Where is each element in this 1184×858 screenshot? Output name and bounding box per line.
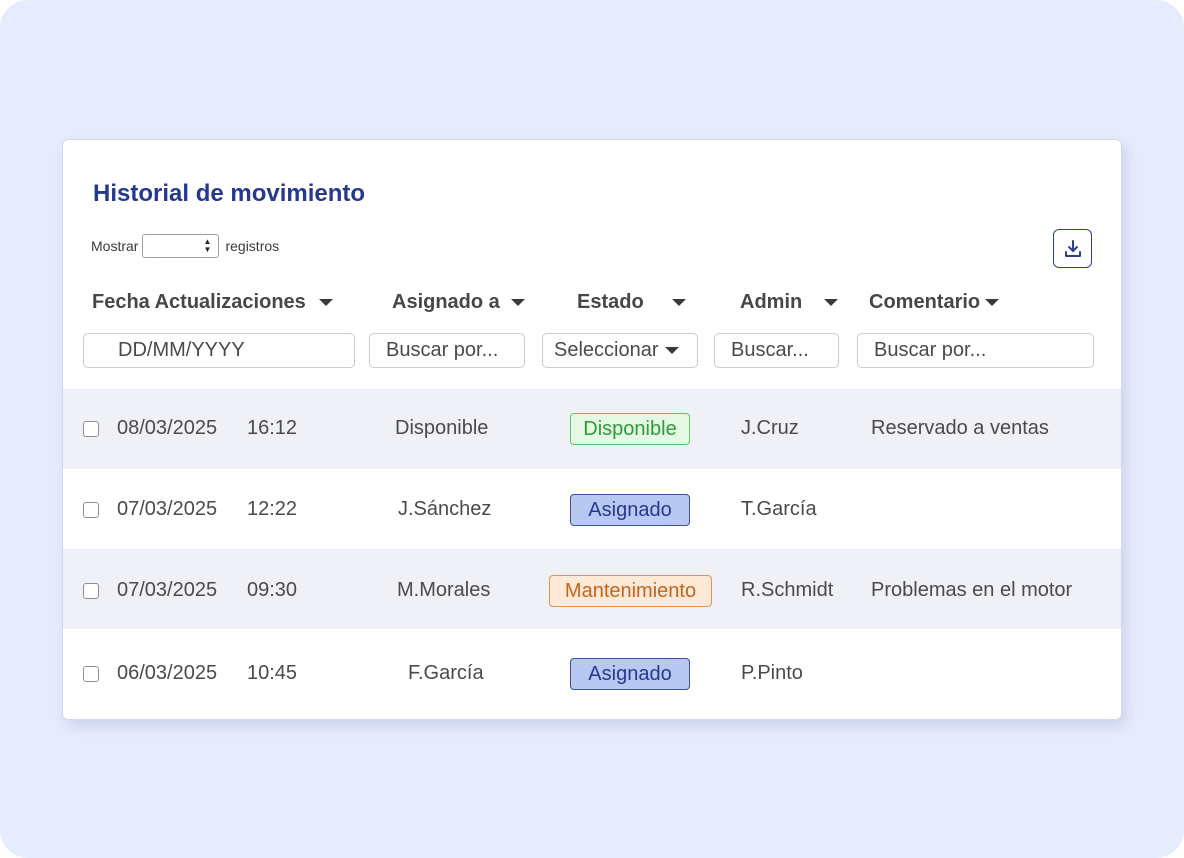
column-header-date[interactable]: Fecha Actualizaciones <box>92 291 333 314</box>
column-header-status[interactable]: Estado <box>577 291 686 314</box>
column-header-label: Comentario <box>869 291 981 313</box>
date-filter-input[interactable]: DD/MM/YYYY <box>83 333 355 368</box>
sort-caret-icon <box>318 299 333 306</box>
sort-caret-icon <box>510 299 525 306</box>
row-time: 09:30 <box>247 579 298 601</box>
row-assigned: M.Morales <box>397 579 491 601</box>
row-checkbox[interactable] <box>83 583 99 599</box>
row-comment: Problemas en el motor <box>871 579 1073 601</box>
row-checkbox[interactable] <box>83 666 99 682</box>
status-filter-value: Seleccionar <box>554 339 659 361</box>
status-badge: Asignado <box>570 658 690 690</box>
history-card: Historial de movimiento Mostrar ▲ ▼ regis… <box>62 139 1122 720</box>
status-badge: Asignado <box>570 494 690 526</box>
row-admin: P.Pinto <box>741 662 803 684</box>
spinner-arrows-icon: ▲ ▼ <box>203 237 212 254</box>
row-date: 07/03/2025 <box>117 498 218 520</box>
table-row[interactable]: 07/03/2025 12:22 J.Sánchez Asignado T.Ga… <box>63 469 1121 549</box>
row-comment: Reservado a ventas <box>871 417 1049 439</box>
status-badge: Disponible <box>570 413 690 445</box>
assigned-filter-input[interactable]: Buscar por... <box>369 333 525 368</box>
download-button[interactable] <box>1053 229 1092 268</box>
column-header-assigned[interactable]: Asignado a <box>392 291 525 314</box>
sort-caret-icon <box>671 299 686 306</box>
status-filter-select[interactable]: Seleccionar <box>542 333 698 368</box>
column-header-label: Admin <box>740 291 803 313</box>
chevron-down-icon <box>664 347 679 354</box>
table-row[interactable]: 08/03/2025 16:12 Disponible Disponible J… <box>63 389 1121 469</box>
admin-filter-input[interactable]: Buscar... <box>714 333 839 368</box>
sort-caret-icon <box>985 299 1000 306</box>
row-checkbox[interactable] <box>83 502 99 518</box>
row-admin: T.García <box>741 498 817 520</box>
row-time: 10:45 <box>247 662 298 684</box>
column-header-comment[interactable]: Comentario <box>869 291 1000 314</box>
show-label: Mostrar <box>91 238 139 254</box>
row-admin: J.Cruz <box>741 417 799 439</box>
row-date: 07/03/2025 <box>117 579 218 601</box>
column-header-admin[interactable]: Admin <box>740 291 839 314</box>
row-assigned: Disponible <box>395 417 489 439</box>
row-date: 06/03/2025 <box>117 662 218 684</box>
column-header-label: Fecha Actualizaciones <box>92 291 306 313</box>
column-header-label: Asignado a <box>392 291 500 313</box>
table-row[interactable]: 06/03/2025 10:45 F.García Asignado P.Pin… <box>63 629 1121 709</box>
row-time: 16:12 <box>247 417 298 439</box>
download-icon <box>1064 239 1081 257</box>
column-header-label: Estado <box>577 291 644 313</box>
row-assigned: J.Sánchez <box>398 498 492 520</box>
table-row[interactable]: 07/03/2025 09:30 M.Morales Mantenimiento… <box>63 549 1121 629</box>
row-time: 12:22 <box>247 498 298 520</box>
sort-caret-icon <box>824 299 839 306</box>
page-size-control: Mostrar ▲ ▼ registros <box>91 234 279 258</box>
page-title: Historial de movimiento <box>93 180 366 207</box>
row-date: 08/03/2025 <box>117 417 218 439</box>
status-badge: Mantenimiento <box>549 575 712 607</box>
page-size-select[interactable]: ▲ ▼ <box>142 234 220 258</box>
row-admin: R.Schmidt <box>741 579 834 601</box>
records-label: registros <box>225 238 280 254</box>
comment-filter-input[interactable]: Buscar por... <box>857 333 1094 368</box>
row-assigned: F.García <box>408 662 484 684</box>
row-checkbox[interactable] <box>83 421 99 437</box>
